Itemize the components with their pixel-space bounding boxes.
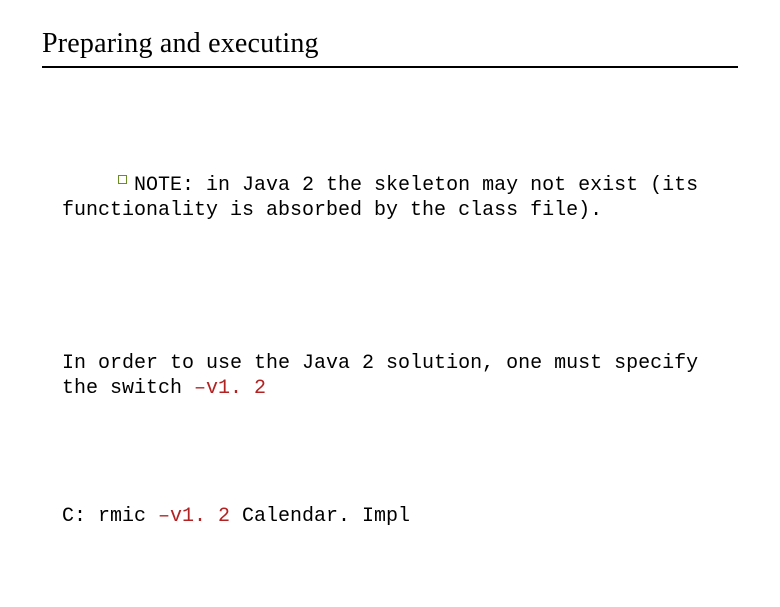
slide-title: Preparing and executing — [42, 28, 738, 60]
slide-content: NOTE: in Java 2 the skeleton may not exi… — [42, 98, 738, 607]
slide: Preparing and executing NOTE: in Java 2 … — [0, 0, 780, 540]
command-prefix: C: rmic — [62, 505, 158, 528]
switch-literal: –v1. 2 — [194, 377, 266, 400]
note-paragraph: NOTE: in Java 2 the skeleton may not exi… — [62, 148, 726, 248]
bullet-icon — [118, 175, 127, 184]
instruction-paragraph: In order to use the Java 2 solution, one… — [62, 351, 726, 401]
title-row: Preparing and executing — [42, 28, 738, 68]
command-suffix: Calendar. Impl — [230, 505, 410, 528]
command-paragraph: C: rmic –v1. 2 Calendar. Impl — [62, 504, 726, 529]
instruction-text: In order to use the Java 2 solution, one… — [62, 352, 710, 400]
command-switch: –v1. 2 — [158, 505, 230, 528]
note-text: NOTE: in Java 2 the skeleton may not exi… — [62, 174, 710, 222]
